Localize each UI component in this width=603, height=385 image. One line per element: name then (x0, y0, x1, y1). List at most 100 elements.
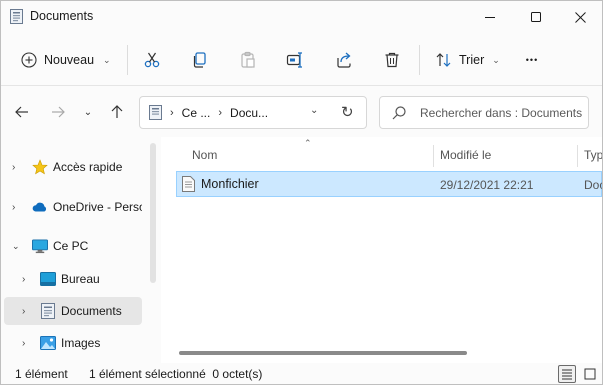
arrow-right-icon (52, 106, 65, 118)
nav-item-onedrive[interactable]: › OneDrive - Perso (4, 193, 142, 221)
command-bar: Nouveau ⌄ Trier ⌄ ••• (1, 37, 602, 83)
trash-icon (385, 52, 399, 68)
chevron-right-icon[interactable]: › (12, 162, 15, 173)
minimize-icon (484, 16, 495, 18)
refresh-icon[interactable]: ↻ (341, 103, 354, 121)
toolbar-divider (1, 85, 602, 86)
chevron-down-icon: ⌄ (492, 54, 500, 65)
nav-item-documents[interactable]: › Documents (4, 297, 142, 325)
sort-icon (436, 53, 451, 67)
chevron-down-icon: ⌄ (103, 54, 111, 65)
details-view-button[interactable] (558, 365, 576, 383)
chevron-right-icon[interactable]: › (22, 274, 25, 285)
nav-item-label: OneDrive - Perso (53, 200, 142, 214)
details-view-icon (562, 369, 572, 380)
copy-button[interactable] (187, 47, 213, 73)
window-title: Documents (30, 9, 94, 23)
sort-ascending-icon: ⌃ (304, 138, 312, 148)
sort-button[interactable]: Trier ⌄ (429, 45, 506, 75)
search-box[interactable]: Rechercher dans : Documents (379, 96, 589, 129)
forward-button[interactable] (45, 99, 71, 125)
nav-pane-scrollbar[interactable] (150, 143, 156, 283)
search-input[interactable]: Rechercher dans : Documents (420, 106, 582, 120)
nav-item-label: Documents (61, 304, 122, 318)
file-list: ⌃ Nom Modifié le Typ Monfichier 29/12/20… (161, 137, 602, 363)
column-header-type[interactable]: Typ (584, 144, 602, 166)
cut-button[interactable] (139, 47, 165, 73)
arrow-up-icon (111, 105, 123, 118)
column-header-label: Modifié le (440, 148, 492, 162)
navigation-pane: › Accès rapide › OneDrive - Perso ⌄ Ce P… (1, 141, 151, 363)
share-button[interactable] (331, 47, 357, 73)
nav-item-label: Images (61, 336, 101, 350)
more-icon: ••• (525, 55, 539, 65)
address-bar[interactable]: › Ce ... › Docu... ⌄ ↻ (139, 96, 367, 129)
address-dropdown-icon[interactable]: ⌄ (310, 105, 318, 116)
close-icon (574, 11, 586, 23)
back-button[interactable] (9, 99, 35, 125)
nav-item-label: Ce PC (53, 239, 89, 253)
paste-icon (241, 51, 255, 68)
chevron-right-icon[interactable]: › (22, 306, 25, 317)
sort-button-label: Trier (459, 53, 485, 67)
toolbar-separator (127, 45, 128, 75)
copy-icon (193, 52, 206, 68)
new-button[interactable]: Nouveau ⌄ (15, 45, 117, 75)
up-button[interactable] (104, 99, 130, 125)
computer-icon (32, 238, 48, 254)
explorer-window: Documents Nouveau ⌄ Trier ⌄ ••• ⌄ › Ce .… (0, 0, 603, 385)
scissors-icon (144, 52, 160, 68)
maximize-button[interactable] (513, 1, 559, 33)
more-options-button[interactable]: ••• (517, 47, 547, 73)
documents-icon (40, 303, 56, 319)
nav-item-images[interactable]: › Images (4, 329, 142, 357)
breadcrumb-documents[interactable]: Docu... (230, 106, 268, 120)
tiles-view-icon (584, 368, 596, 380)
search-icon (392, 105, 406, 119)
cloud-icon (32, 199, 48, 215)
images-icon (40, 335, 56, 351)
file-list-scrollbar[interactable] (179, 351, 467, 355)
column-header-modified[interactable]: Modifié le (440, 144, 491, 166)
file-row[interactable]: Monfichier 29/12/2021 22:21 Doc (176, 171, 602, 197)
nav-item-this-pc[interactable]: ⌄ Ce PC (4, 232, 142, 260)
column-header-label: Nom (192, 148, 218, 162)
column-header-name[interactable]: Nom (192, 144, 217, 166)
document-icon (149, 105, 162, 120)
nav-item-desktop[interactable]: › Bureau (4, 265, 142, 293)
close-button[interactable] (557, 1, 603, 33)
toolbar-separator (419, 45, 420, 75)
plus-circle-icon (21, 52, 37, 68)
desktop-icon (40, 271, 56, 287)
document-icon (10, 9, 23, 24)
breadcrumb-this-pc[interactable]: Ce ... (182, 106, 211, 120)
selection-info: 1 élément sélectionné 0 octet(s) (89, 367, 263, 381)
nav-item-label: Accès rapide (53, 160, 123, 174)
title-bar: Documents (1, 1, 602, 33)
file-modified: 29/12/2021 22:21 (440, 178, 534, 192)
minimize-button[interactable] (467, 1, 513, 33)
arrow-left-icon (15, 106, 28, 118)
recent-locations-button[interactable]: ⌄ (75, 99, 101, 125)
item-count: 1 élément (15, 367, 68, 381)
nav-item-label: Bureau (61, 272, 100, 286)
column-separator[interactable] (577, 145, 578, 167)
column-header-label: Typ (584, 148, 602, 162)
nav-item-quick-access[interactable]: › Accès rapide (4, 153, 142, 181)
breadcrumb-separator: › (170, 106, 174, 119)
breadcrumb-separator: › (218, 106, 223, 119)
chevron-down-icon[interactable]: ⌄ (12, 241, 20, 252)
maximize-icon (530, 11, 541, 22)
chevron-down-icon: ⌄ (83, 106, 93, 118)
document-icon (182, 176, 195, 192)
rename-icon (286, 52, 302, 68)
chevron-right-icon[interactable]: › (12, 202, 15, 213)
file-name[interactable]: Monfichier (201, 177, 259, 191)
column-separator[interactable] (433, 145, 434, 167)
rename-button[interactable] (282, 47, 308, 73)
share-icon (337, 52, 351, 68)
tiles-view-button[interactable] (581, 365, 599, 383)
file-type: Doc (584, 178, 602, 192)
chevron-right-icon[interactable]: › (22, 338, 25, 349)
delete-button[interactable] (379, 47, 405, 73)
